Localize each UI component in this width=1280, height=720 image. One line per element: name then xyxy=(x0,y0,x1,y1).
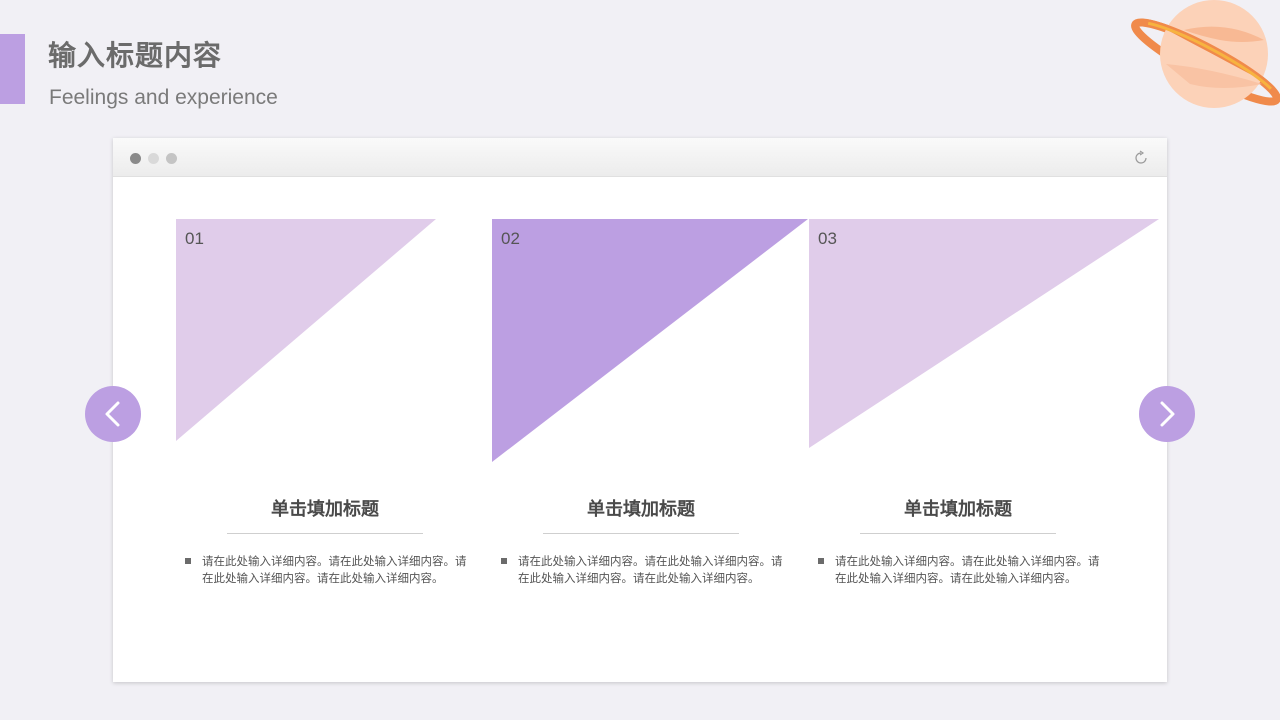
card-triangle xyxy=(176,219,436,441)
minimize-dot[interactable] xyxy=(148,153,159,164)
title-accent-bar xyxy=(0,34,25,104)
chevron-left-icon xyxy=(105,401,120,427)
card-title[interactable]: 单击填加标题 xyxy=(176,495,474,521)
window-title-bar xyxy=(113,138,1167,177)
card-divider xyxy=(227,533,423,534)
card-title[interactable]: 单击填加标题 xyxy=(809,495,1107,521)
browser-window: 01 单击填加标题 请在此处输入详细内容。请在此处输入详细内容。请在此处输入详细… xyxy=(113,138,1167,682)
chevron-right-icon xyxy=(1160,401,1175,427)
card-03: 03 单击填加标题 请在此处输入详细内容。请在此处输入详细内容。请在此处输入详细… xyxy=(809,219,1159,619)
card-divider xyxy=(543,533,739,534)
card-number: 03 xyxy=(818,229,837,248)
slide: 输入标题内容 Feelings and experience 01 单击填加标题… xyxy=(0,0,1280,720)
bullet-icon xyxy=(818,558,824,564)
next-button[interactable] xyxy=(1139,386,1195,442)
card-number: 01 xyxy=(185,229,204,248)
card-02: 02 单击填加标题 请在此处输入详细内容。请在此处输入详细内容。请在此处输入详细… xyxy=(492,219,808,619)
reload-icon[interactable] xyxy=(1133,150,1149,166)
maximize-dot[interactable] xyxy=(166,153,177,164)
close-dot[interactable] xyxy=(130,153,141,164)
bullet-icon xyxy=(185,558,191,564)
bullet-icon xyxy=(501,558,507,564)
card-description[interactable]: 请在此处输入详细内容。请在此处输入详细内容。请在此处输入详细内容。请在此处输入详… xyxy=(202,553,472,587)
card-description[interactable]: 请在此处输入详细内容。请在此处输入详细内容。请在此处输入详细内容。请在此处输入详… xyxy=(518,553,788,587)
prev-button[interactable] xyxy=(85,386,141,442)
card-title[interactable]: 单击填加标题 xyxy=(492,495,790,521)
card-number: 02 xyxy=(501,229,520,248)
planet-icon xyxy=(1131,0,1280,108)
card-01: 01 单击填加标题 请在此处输入详细内容。请在此处输入详细内容。请在此处输入详细… xyxy=(176,219,476,619)
card-divider xyxy=(860,533,1056,534)
card-triangle xyxy=(809,219,1159,448)
card-triangle xyxy=(492,219,808,462)
page-subtitle: Feelings and experience xyxy=(49,86,278,109)
page-title: 输入标题内容 xyxy=(48,39,223,72)
card-description[interactable]: 请在此处输入详细内容。请在此处输入详细内容。请在此处输入详细内容。请在此处输入详… xyxy=(835,553,1105,587)
